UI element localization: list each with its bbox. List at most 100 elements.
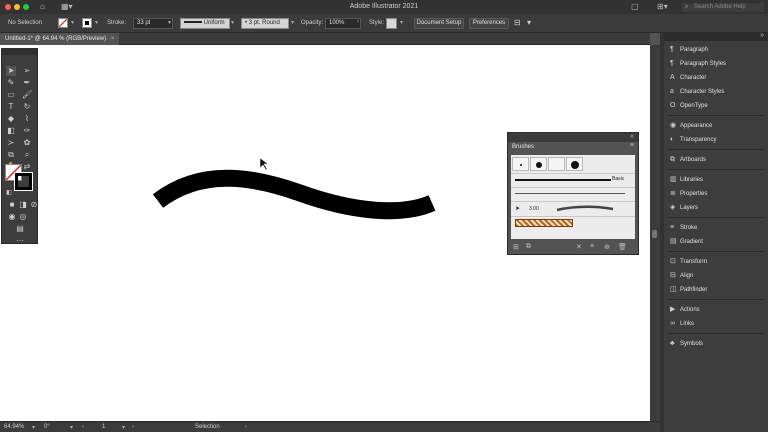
panel-item-actions[interactable]: ▶ Actions: [670, 304, 700, 316]
artboard-dropdown-icon[interactable]: ▾: [122, 424, 125, 431]
selection-tool-icon[interactable]: ➤: [6, 66, 16, 76]
brushes-panel-header[interactable]: «: [508, 133, 638, 142]
zoom-level[interactable]: 64.94%: [4, 424, 24, 430]
libraries-panel-icon[interactable]: ⧉: [526, 243, 531, 251]
tools-panel-header[interactable]: [2, 49, 37, 55]
pattern-brush-stroke[interactable]: [515, 219, 573, 227]
panel-menu-icon[interactable]: ≡: [630, 142, 634, 149]
stroke-color-dropdown-icon[interactable]: ▾: [95, 19, 98, 26]
variable-width-profile[interactable]: Uniform: [180, 18, 230, 29]
panel-item-transform[interactable]: ⊡ Transform: [670, 256, 707, 268]
fill-swatch[interactable]: [58, 18, 68, 28]
zoom-tool-icon[interactable]: ⌕: [22, 150, 32, 160]
brush-dropdown-icon[interactable]: ▾: [291, 19, 294, 26]
panel-item-paragraph-styles[interactable]: ¶ Paragraph Styles: [670, 58, 726, 70]
paintbrush-tool-icon[interactable]: 🖌: [22, 90, 32, 100]
panel-item-artboards[interactable]: ⧉ Artboards: [670, 154, 706, 166]
arrange-documents-icon[interactable]: ⊞▾: [657, 2, 668, 11]
blend-tool-icon[interactable]: ≻: [6, 138, 16, 148]
rotation-value[interactable]: 0°: [44, 424, 50, 430]
collapse-dock-icon[interactable]: »: [760, 32, 764, 39]
panel-item-appearance[interactable]: ◉ Appearance: [670, 120, 712, 132]
graphic-style-swatch[interactable]: [386, 18, 397, 29]
pen-tool-icon[interactable]: ✒: [22, 78, 32, 88]
zoom-dropdown-icon[interactable]: ▾: [32, 424, 35, 431]
next-artboard-icon[interactable]: ›: [132, 424, 134, 430]
collapse-panel-icon[interactable]: «: [630, 133, 634, 140]
opacity-dropdown-icon[interactable]: ›: [357, 19, 359, 25]
more-options-icon[interactable]: ▾: [527, 18, 531, 27]
brush-stroke-path[interactable]: [152, 169, 436, 220]
panel-item-transparency[interactable]: ◐ Transparency: [670, 134, 716, 146]
eraser-tool-icon[interactable]: ◆: [6, 114, 16, 124]
brush-swatch-medium[interactable]: [530, 157, 547, 171]
panel-item-character-styles[interactable]: a Character Styles: [670, 86, 724, 98]
align-objects-icon[interactable]: ⊟: [514, 18, 521, 27]
rotate-tool-icon[interactable]: ↻: [22, 102, 32, 112]
drawing-mode-icon[interactable]: ◉: [7, 212, 17, 222]
stroke-weight-field[interactable]: 33 pt: [133, 18, 173, 29]
panel-item-pathfinder[interactable]: ◫ Pathfinder: [670, 284, 707, 296]
close-tab-icon[interactable]: ×: [111, 36, 115, 42]
opacity-field[interactable]: 100%: [325, 18, 361, 29]
edit-toolbar-icon[interactable]: …: [15, 234, 25, 244]
remove-brush-stroke-icon[interactable]: ✕: [576, 243, 582, 251]
swap-fill-stroke-icon[interactable]: ⇄: [22, 162, 32, 172]
document-tab[interactable]: Untitled-1* @ 64.94 % (RGB/Preview) ×: [0, 33, 120, 45]
type-tool-icon[interactable]: T: [6, 102, 16, 112]
delete-brush-icon[interactable]: 🗑: [618, 243, 627, 251]
status-menu-icon[interactable]: ›: [245, 424, 247, 430]
share-icon[interactable]: ▢: [631, 2, 639, 11]
warp-tool-icon[interactable]: ⌇: [22, 114, 32, 124]
symbol-sprayer-tool-icon[interactable]: ✿: [22, 138, 32, 148]
default-colors-icon[interactable]: ◧: [4, 188, 14, 198]
brush-swatch-medium-2[interactable]: [548, 157, 565, 171]
stroke-indicator[interactable]: [14, 172, 33, 191]
search-help-field[interactable]: ⌕ Search Adobe Help: [682, 3, 764, 12]
bristle-brush-stroke[interactable]: [555, 205, 615, 213]
panel-item-stroke[interactable]: ≡ Stroke: [670, 222, 697, 234]
eyedropper-tool-icon[interactable]: ✑: [22, 126, 32, 136]
rotation-dropdown-icon[interactable]: ▾: [70, 424, 73, 431]
stroke-weight-dropdown-icon[interactable]: ▾: [168, 19, 171, 26]
color-mode-icon[interactable]: ■: [7, 200, 17, 210]
document-setup-button[interactable]: Document Setup: [414, 18, 464, 29]
first-artboard-icon[interactable]: ‹: [82, 424, 84, 430]
panel-dock-header[interactable]: »: [664, 32, 768, 41]
artboard-number[interactable]: 1: [102, 424, 105, 430]
screen-mode-icon[interactable]: ▤: [15, 224, 25, 234]
direct-selection-tool-icon[interactable]: ➢: [22, 66, 32, 76]
panel-item-opentype[interactable]: O OpenType: [670, 100, 708, 112]
new-brush-icon[interactable]: ⊕: [604, 243, 610, 251]
brush-options-icon[interactable]: ≡: [590, 243, 594, 250]
preferences-button[interactable]: Preferences: [469, 18, 509, 29]
gradient-mode-icon[interactable]: ◨: [18, 200, 28, 210]
artboard-tool-icon[interactable]: ⧉: [6, 150, 16, 160]
magic-wand-tool-icon[interactable]: ✎: [6, 78, 16, 88]
panel-item-paragraph[interactable]: ¶ Paragraph: [670, 44, 708, 56]
none-mode-icon[interactable]: ⊘: [29, 200, 39, 210]
brush-swatch-small[interactable]: [512, 157, 529, 171]
brush-libraries-menu-icon[interactable]: ⊞: [513, 243, 519, 251]
calligraphic-brush-stroke[interactable]: [515, 193, 625, 194]
profile-dropdown-icon[interactable]: ▾: [231, 19, 234, 26]
fill-dropdown-icon[interactable]: ▾: [71, 19, 74, 26]
vertical-scrollbar[interactable]: [650, 45, 660, 421]
panel-item-libraries[interactable]: ▥ Libraries: [670, 174, 703, 186]
panel-item-gradient[interactable]: ▤ Gradient: [670, 236, 703, 248]
rectangle-tool-icon[interactable]: ▭: [6, 90, 16, 100]
basic-brush-stroke[interactable]: [515, 179, 611, 181]
stroke-swatch[interactable]: [82, 18, 92, 28]
panel-item-properties[interactable]: ≣ Properties: [670, 188, 707, 200]
panel-item-links[interactable]: ∞ Links: [670, 318, 694, 330]
panel-item-character[interactable]: A Character: [670, 72, 706, 84]
panel-item-layers[interactable]: ◈ Layers: [670, 202, 698, 214]
scrollbar-thumb[interactable]: [652, 230, 657, 238]
style-dropdown-icon[interactable]: ▾: [400, 19, 403, 26]
panel-item-symbols[interactable]: ♣ Symbols: [670, 338, 703, 350]
draw-behind-icon[interactable]: ◎: [18, 212, 28, 222]
brush-definition[interactable]: • 3 pt. Round: [241, 18, 289, 29]
gradient-tool-icon[interactable]: ◧: [6, 126, 16, 136]
panel-item-align[interactable]: ⊟ Align: [670, 270, 693, 282]
brush-swatch-large[interactable]: [566, 157, 583, 171]
